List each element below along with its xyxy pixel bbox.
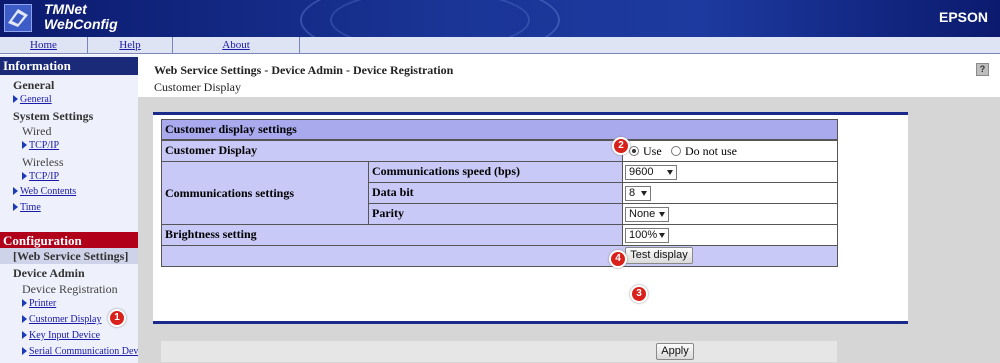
settings-panel: Customer display settings Customer Displ… — [153, 112, 908, 324]
sidebar-item-label: Key Input Device — [29, 330, 101, 341]
brand-title: TMNet WebConfig — [44, 2, 118, 32]
apply-button[interactable]: Apply — [656, 343, 694, 360]
annotation-badge-3: 3 — [630, 285, 648, 303]
comm-speed-value: 9600 — [629, 166, 654, 178]
sidebar-item-label: TCP/IP — [29, 140, 60, 151]
brightness-value: 100% — [629, 229, 658, 241]
arrow-right-icon — [22, 299, 27, 307]
annotation-badge-4: 4 — [609, 250, 627, 268]
comm-settings-label: Communications settings — [161, 161, 369, 225]
do-not-use-radio[interactable] — [671, 146, 681, 156]
sidebar-item-label: Time — [20, 202, 41, 213]
main-content: Web Service Settings - Device Admin - De… — [138, 55, 1000, 363]
arrow-right-icon — [22, 141, 27, 149]
data-bit-cell: 8 — [622, 182, 838, 204]
arrow-right-icon — [22, 347, 27, 355]
nav-home-link[interactable]: Home — [0, 37, 88, 54]
comm-speed-select[interactable]: 9600 — [625, 165, 677, 180]
sidebar-item-label: Customer Display — [29, 314, 102, 325]
sidebar-web-service-settings[interactable]: [Web Service Settings] — [13, 249, 128, 264]
annotation-badge-1: 1 — [108, 309, 126, 327]
arrow-right-icon — [13, 203, 18, 211]
header-bar: TMNet WebConfig EPSON — [0, 0, 1000, 37]
table-header: Customer display settings — [161, 119, 838, 140]
top-nav: Home Help About — [0, 37, 1000, 54]
brightness-cell: 100% — [622, 224, 838, 246]
web-config-page: TMNet WebConfig EPSON Home Help About In… — [0, 0, 1000, 363]
comm-speed-cell: 9600 — [622, 161, 838, 183]
sidebar-item-printer[interactable]: Printer — [22, 298, 56, 309]
arrow-right-icon — [22, 172, 27, 180]
sidebar-item-time[interactable]: Time — [13, 202, 41, 213]
page-subtitle: Customer Display — [154, 80, 241, 94]
customer-display-label: Customer Display — [161, 140, 623, 162]
parity-select[interactable]: None — [625, 207, 669, 222]
sidebar-item-key-input-device[interactable]: Key Input Device — [22, 330, 100, 341]
sidebar-system-settings-heading: System Settings — [13, 109, 94, 123]
arrow-right-icon — [22, 331, 27, 339]
data-bit-select[interactable]: 8 — [625, 186, 651, 201]
sidebar-item-label: General — [20, 94, 52, 105]
sidebar-general-heading: General — [13, 78, 55, 92]
data-bit-value: 8 — [629, 187, 636, 199]
help-icon[interactable]: ? — [976, 63, 989, 76]
sidebar-wired-label: Wired — [22, 124, 52, 138]
use-radio-label: Use — [643, 144, 662, 158]
vendor-logo: EPSON — [938, 9, 988, 25]
sidebar-item-web-contents[interactable]: Web Contents — [13, 186, 76, 197]
customer-display-options: Use Do not use — [622, 140, 838, 162]
header-decoration-inner — [330, 0, 530, 37]
arrow-right-icon — [13, 95, 18, 103]
parity-value: None — [629, 208, 656, 220]
brightness-label: Brightness setting — [161, 224, 623, 246]
information-heading: Information — [0, 57, 138, 75]
do-not-use-radio-label: Do not use — [685, 144, 737, 158]
sidebar-item-serial-comm-device[interactable]: Serial Communication Device — [22, 346, 138, 357]
sidebar-wireless-label: Wireless — [22, 155, 64, 169]
tmnet-logo-icon — [4, 4, 32, 32]
use-radio[interactable] — [629, 146, 639, 156]
chevron-down-icon — [659, 233, 665, 238]
brand-line2: WebConfig — [44, 16, 118, 32]
parity-label: Parity — [368, 203, 623, 225]
annotation-badge-2: 2 — [612, 137, 630, 155]
sidebar-item-tcpip-wireless[interactable]: TCP/IP — [22, 171, 59, 182]
nav-about-link[interactable]: About — [173, 37, 300, 54]
sidebar-item-customer-display[interactable]: Customer Display — [22, 314, 102, 325]
chevron-down-icon — [667, 170, 673, 175]
test-display-button[interactable]: Test display — [625, 247, 693, 264]
apply-row: Apply — [161, 341, 837, 362]
data-bit-label: Data bit — [368, 182, 623, 204]
arrow-right-icon — [22, 315, 27, 323]
sidebar-item-label: Serial Communication Device — [29, 346, 138, 357]
test-display-row: Test display — [161, 245, 838, 267]
chevron-down-icon — [641, 191, 647, 196]
page-title: Web Service Settings - Device Admin - De… — [154, 63, 454, 77]
brightness-select[interactable]: 100% — [625, 228, 669, 243]
arrow-right-icon — [13, 187, 18, 195]
sidebar-item-label: Web Contents — [20, 186, 77, 197]
sidebar-item-label: TCP/IP — [29, 171, 60, 182]
sidebar-item-tcpip-wired[interactable]: TCP/IP — [22, 140, 59, 151]
sidebar-item-label: Printer — [29, 298, 57, 309]
sidebar-device-admin-heading: Device Admin — [13, 266, 85, 280]
nav-help-link[interactable]: Help — [88, 37, 173, 54]
sidebar-device-registration-label: Device Registration — [22, 282, 118, 296]
brand-line1: TMNet — [44, 1, 87, 17]
sidebar-item-general[interactable]: General — [13, 94, 52, 105]
comm-speed-label: Communications speed (bps) — [368, 161, 623, 183]
chevron-down-icon — [659, 212, 665, 217]
parity-cell: None — [622, 203, 838, 225]
